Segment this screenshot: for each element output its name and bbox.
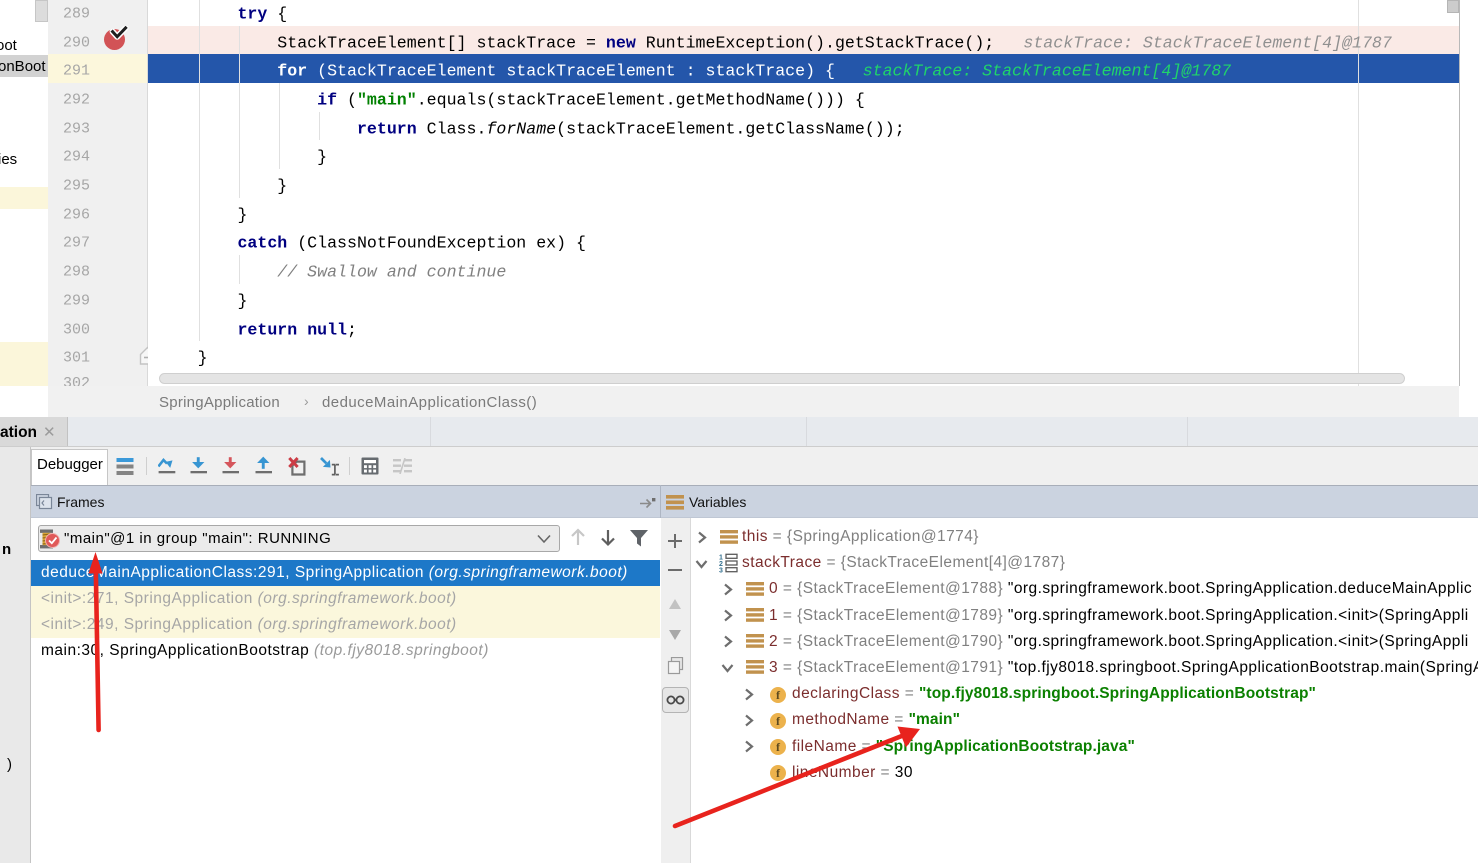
svg-text:3: 3 <box>719 568 723 575</box>
